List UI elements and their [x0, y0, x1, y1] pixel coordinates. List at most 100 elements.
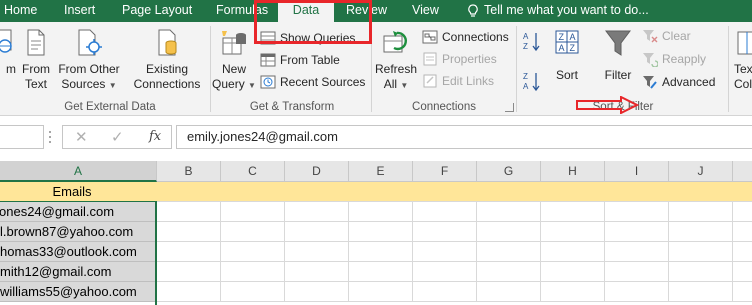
empty-cell[interactable]: [733, 202, 752, 222]
empty-cell[interactable]: [157, 262, 221, 282]
column-header-h[interactable]: H: [541, 161, 605, 182]
dialog-launcher-icon[interactable]: [505, 103, 514, 112]
sort-z-to-a-button[interactable]: Z A: [522, 70, 542, 92]
empty-cell[interactable]: [541, 262, 605, 282]
text-to-columns-icon: [737, 31, 752, 55]
from-text-button[interactable]: From Text: [18, 28, 54, 92]
empty-cell[interactable]: [541, 202, 605, 222]
properties-icon: [423, 52, 437, 66]
from-text-icon: [27, 29, 45, 56]
empty-cell[interactable]: [541, 222, 605, 242]
empty-cell[interactable]: [605, 262, 669, 282]
group-label-get-transform: Get & Transform: [249, 101, 335, 113]
column-header-b[interactable]: B: [157, 161, 221, 182]
sort-a-to-z-button[interactable]: A Z: [522, 30, 542, 52]
empty-cell[interactable]: [669, 222, 733, 242]
existing-connections-button[interactable]: Existing Connections: [130, 28, 204, 92]
refresh-all-button[interactable]: Refresh All ▼: [374, 28, 418, 93]
empty-cell[interactable]: [733, 262, 752, 282]
from-web-button[interactable]: m: [0, 28, 16, 76]
column-header-i[interactable]: I: [605, 161, 669, 182]
empty-cell[interactable]: [541, 242, 605, 262]
empty-cell[interactable]: [349, 242, 413, 262]
ribbon-tab-bar: Home Insert Page Layout Formulas Data Re…: [0, 0, 752, 22]
empty-cell[interactable]: [221, 202, 285, 222]
from-text-label-1: From: [22, 62, 50, 76]
empty-cell[interactable]: [413, 222, 477, 242]
header-cell-emails: Emails: [52, 184, 92, 199]
empty-cell[interactable]: [157, 242, 221, 262]
table-row[interactable]: homas33@outlook.com: [0, 242, 157, 262]
table-row[interactable]: mith12@gmail.com: [0, 262, 157, 282]
column-header-k[interactable]: [733, 161, 752, 182]
empty-cell[interactable]: [349, 222, 413, 242]
from-other-sources-button[interactable]: From Other Sources ▼: [56, 28, 122, 93]
empty-cell[interactable]: [285, 262, 349, 282]
cancel-icon[interactable]: ✕: [75, 128, 88, 146]
empty-cell[interactable]: [477, 222, 541, 242]
empty-cell[interactable]: [349, 202, 413, 222]
empty-cell[interactable]: [221, 242, 285, 262]
empty-cell[interactable]: [605, 202, 669, 222]
empty-cell[interactable]: [413, 242, 477, 262]
empty-cell[interactable]: [733, 222, 752, 242]
empty-cell[interactable]: [157, 202, 221, 222]
tab-view[interactable]: View: [412, 0, 439, 22]
empty-cell[interactable]: [285, 222, 349, 242]
tab-page-layout[interactable]: Page Layout: [122, 0, 192, 22]
empty-cell[interactable]: [477, 242, 541, 262]
empty-cell[interactable]: [733, 242, 752, 262]
table-row[interactable]: l.brown87@yahoo.com: [0, 222, 157, 242]
tab-insert[interactable]: Insert: [64, 0, 95, 22]
column-header-a[interactable]: A: [0, 161, 157, 182]
formula-input[interactable]: emily.jones24@gmail.com: [176, 125, 752, 149]
name-box[interactable]: [0, 125, 44, 149]
empty-cell[interactable]: [605, 222, 669, 242]
empty-cell[interactable]: [541, 282, 605, 302]
empty-cell[interactable]: [285, 282, 349, 302]
insert-function-icon[interactable]: fx: [149, 129, 161, 144]
empty-cell[interactable]: [221, 222, 285, 242]
empty-cell[interactable]: [413, 282, 477, 302]
from-other-sources-label-1: From Other: [58, 62, 120, 76]
enter-check-icon[interactable]: ✓: [111, 128, 124, 146]
empty-cell[interactable]: [285, 242, 349, 262]
table-row[interactable]: ones24@gmail.com: [0, 202, 157, 222]
empty-cell[interactable]: [157, 282, 221, 302]
more-options-icon[interactable]: [48, 130, 52, 144]
empty-cell[interactable]: [669, 202, 733, 222]
empty-cell[interactable]: [669, 242, 733, 262]
empty-cell[interactable]: [221, 282, 285, 302]
empty-cell[interactable]: [477, 282, 541, 302]
filter-button[interactable]: Filter: [598, 28, 638, 83]
svg-text:Z: Z: [523, 42, 528, 51]
sort-button[interactable]: Z A A Z Sort: [550, 28, 584, 83]
empty-cell[interactable]: [477, 262, 541, 282]
empty-cell[interactable]: [669, 282, 733, 302]
from-text-label-2: Text: [24, 77, 47, 91]
empty-cell[interactable]: [477, 202, 541, 222]
empty-cell[interactable]: [221, 262, 285, 282]
empty-cell[interactable]: [157, 222, 221, 242]
table-row[interactable]: williams55@yahoo.com: [0, 282, 157, 302]
empty-cell[interactable]: [285, 202, 349, 222]
text-to-columns-button[interactable]: Tex Colu: [734, 28, 752, 92]
empty-cell[interactable]: [733, 282, 752, 302]
new-query-button[interactable]: New Query ▼: [212, 28, 256, 93]
empty-cell[interactable]: [413, 262, 477, 282]
column-header-e[interactable]: E: [349, 161, 413, 182]
column-header-d[interactable]: D: [285, 161, 349, 182]
column-header-f[interactable]: F: [413, 161, 477, 182]
empty-cell[interactable]: [605, 242, 669, 262]
empty-cell[interactable]: [605, 282, 669, 302]
email-cell: mith12@gmail.com: [0, 264, 112, 279]
tab-home[interactable]: Home: [4, 0, 37, 22]
column-header-g[interactable]: G: [477, 161, 541, 182]
empty-cell[interactable]: [413, 202, 477, 222]
column-header-j[interactable]: J: [669, 161, 733, 182]
empty-cell[interactable]: [669, 262, 733, 282]
column-header-c[interactable]: C: [221, 161, 285, 182]
empty-cell[interactable]: [349, 262, 413, 282]
table-header-row[interactable]: Emails: [0, 182, 752, 202]
empty-cell[interactable]: [349, 282, 413, 302]
